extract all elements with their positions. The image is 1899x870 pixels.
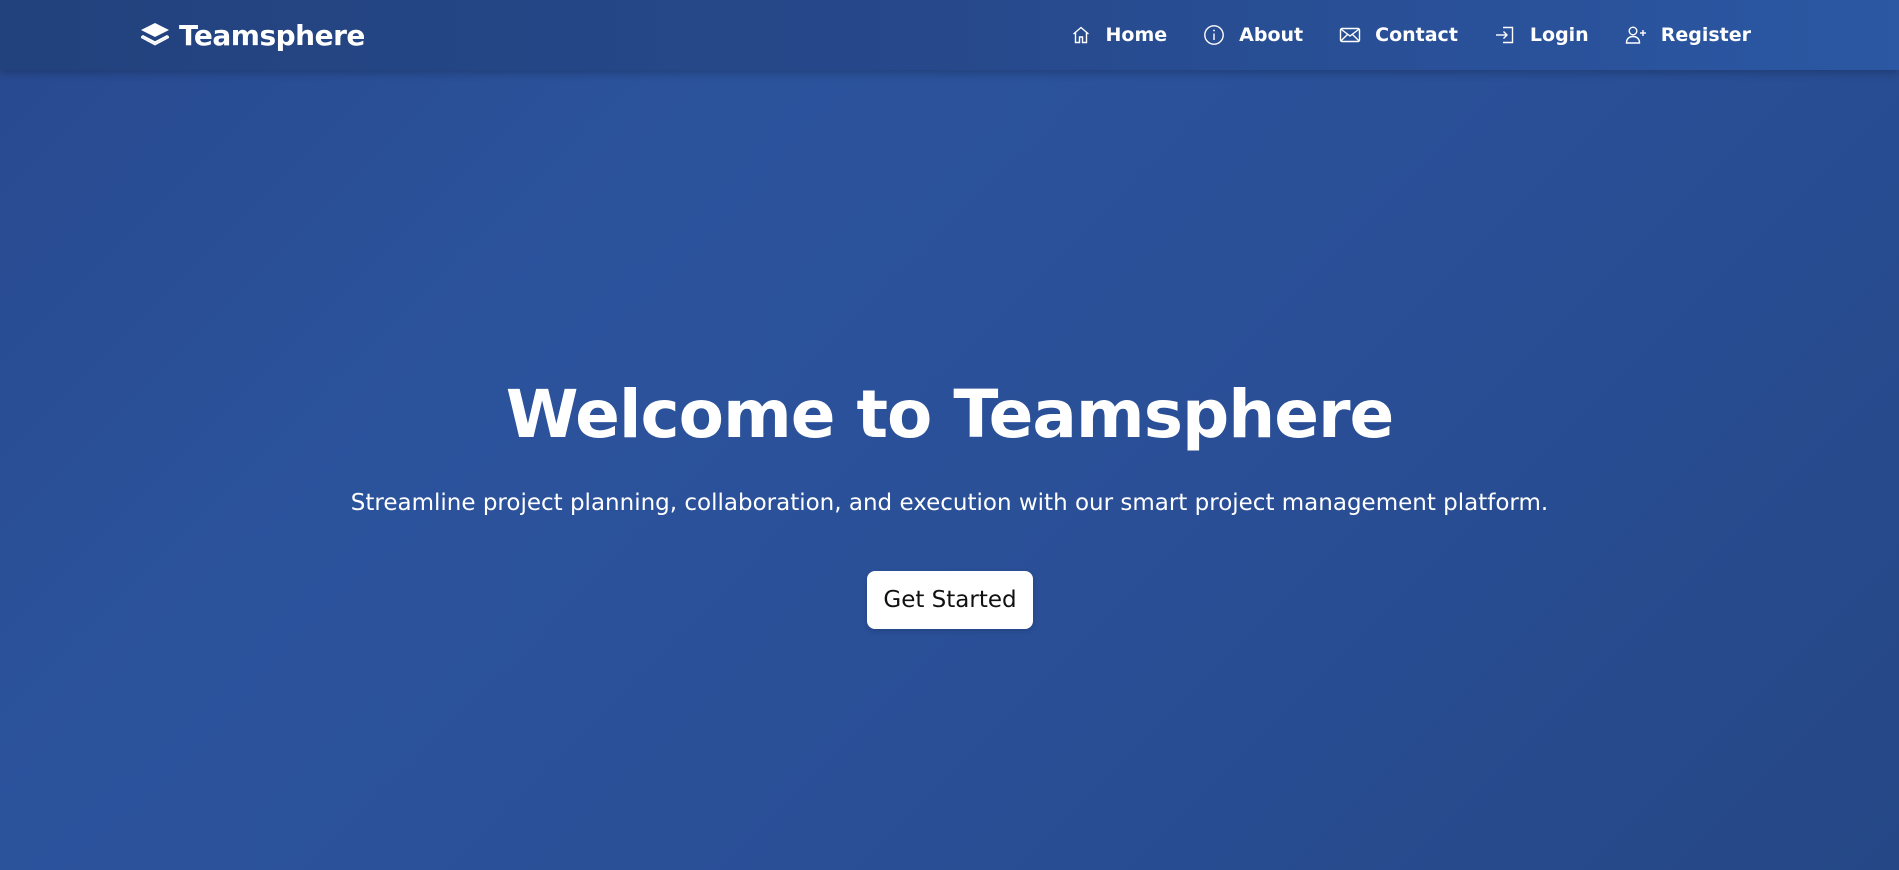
- nav-item-home[interactable]: Home: [1070, 24, 1168, 46]
- layers-icon: [139, 19, 171, 51]
- hero-section: Welcome to Teamsphere Streamline project…: [0, 70, 1899, 870]
- user-plus-icon: [1625, 24, 1647, 46]
- nav-item-login[interactable]: Login: [1494, 24, 1589, 46]
- envelope-icon: [1339, 24, 1361, 46]
- nav-item-about[interactable]: About: [1203, 24, 1303, 46]
- login-icon: [1494, 24, 1516, 46]
- nav-label-contact: Contact: [1375, 24, 1458, 46]
- brand-name: Teamsphere: [179, 18, 365, 52]
- hero-title: Welcome to Teamsphere: [505, 376, 1395, 453]
- nav-label-about: About: [1239, 24, 1304, 46]
- nav-label-register: Register: [1660, 24, 1751, 46]
- nav-item-register[interactable]: Register: [1625, 24, 1751, 46]
- home-icon: [1070, 24, 1092, 46]
- info-icon: [1203, 24, 1225, 46]
- top-navbar: Teamsphere Home About Contact Login Regi…: [0, 0, 1899, 70]
- brand-logo-link[interactable]: Teamsphere: [139, 0, 365, 70]
- nav-label-home: Home: [1105, 24, 1168, 46]
- nav-label-login: Login: [1529, 24, 1589, 46]
- nav-links: Home About Contact Login Register: [1070, 0, 1751, 70]
- nav-item-contact[interactable]: Contact: [1339, 24, 1458, 46]
- get-started-button[interactable]: Get Started: [867, 571, 1033, 629]
- hero-subtitle: Streamline project planning, collaborati…: [350, 490, 1549, 516]
